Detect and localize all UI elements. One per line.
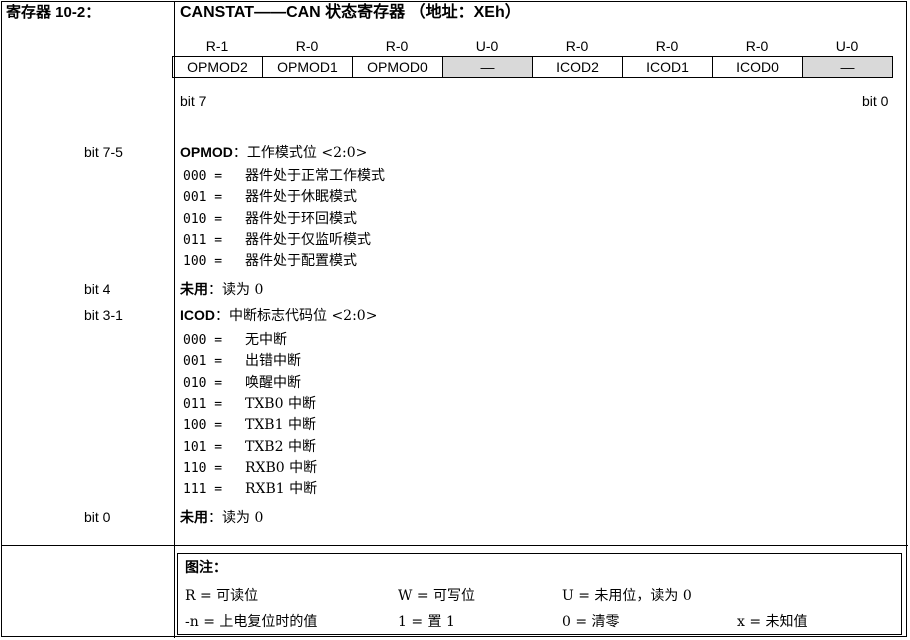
legend-clear: 0 = 清零 bbox=[562, 614, 620, 630]
bit0-unused-label: 未用 bbox=[180, 510, 208, 526]
legend-reset-value: -n = 上电复位时的值 bbox=[185, 614, 318, 630]
bit0-label: bit 0 bbox=[84, 509, 111, 525]
icod-code-row: 011 = TXB0 中断 bbox=[183, 394, 316, 414]
code-meaning: RXB1 中断 bbox=[245, 481, 318, 498]
opmod-description: ：工作模式位 <2:0> bbox=[232, 145, 368, 161]
code-value: 100 = bbox=[183, 254, 223, 270]
legend-set: 1 = 置 1 bbox=[398, 614, 455, 630]
bit-cell-unimplemented: — bbox=[803, 56, 893, 78]
bit0-unused-text: ：读为 0 bbox=[208, 510, 264, 526]
opmod-code-row: 000 = 器件处于正常工作模式 bbox=[183, 166, 385, 186]
code-meaning: 器件处于休眠模式 bbox=[245, 189, 357, 206]
icod-code-row: 010 = 唤醒中断 bbox=[183, 373, 301, 393]
icod-bit-range: bit 3-1 bbox=[84, 307, 123, 323]
icod-code-row: 111 = RXB1 中断 bbox=[183, 479, 317, 499]
legend-unknown: x = 未知值 bbox=[737, 614, 808, 630]
access-row: R-1 R-0 R-0 U-0 R-0 R-0 R-0 U-0 bbox=[172, 36, 893, 56]
bit4-unused-label: 未用 bbox=[180, 282, 208, 298]
opmod-code-row: 011 = 器件处于仅监听模式 bbox=[183, 230, 371, 250]
icod-code-row: 101 = TXB2 中断 bbox=[183, 437, 316, 457]
legend-read: R = 可读位 bbox=[185, 588, 259, 604]
access-cell: R-0 bbox=[745, 38, 769, 54]
register-title-text: CANSTAT——CAN 状态寄存器 （地址：XEh） bbox=[180, 4, 521, 21]
opmod-field-name: OPMOD bbox=[180, 144, 233, 160]
bit-cell-unimplemented: — bbox=[443, 56, 533, 78]
legend-write: W = 可写位 bbox=[398, 588, 476, 604]
code-meaning: 器件处于配置模式 bbox=[245, 253, 357, 270]
bit4-label: bit 4 bbox=[84, 281, 111, 297]
code-meaning: 器件处于正常工作模式 bbox=[245, 168, 385, 184]
legend-title: 图注： bbox=[185, 560, 227, 576]
icod-description: ：中断标志代码位 <2:0> bbox=[215, 308, 378, 324]
code-value: 100 = bbox=[183, 418, 223, 434]
bit-cell: ICOD0 bbox=[713, 56, 803, 78]
code-value: 011 = bbox=[183, 396, 223, 412]
column-divider bbox=[174, 2, 175, 638]
code-meaning: 器件处于环回模式 bbox=[245, 210, 357, 227]
opmod-bit-range: bit 7-5 bbox=[84, 144, 123, 160]
bit4-description: 未用：读为 0 bbox=[180, 280, 263, 299]
access-cell: R-0 bbox=[655, 38, 679, 54]
register-frame bbox=[1, 1, 908, 638]
opmod-code-row: 010 = 器件处于环回模式 bbox=[183, 209, 357, 229]
access-cell: R-1 bbox=[205, 38, 229, 54]
code-value: 010 = bbox=[183, 375, 223, 391]
code-meaning: TXB0 中断 bbox=[245, 395, 316, 412]
bit-cell: ICOD1 bbox=[623, 56, 713, 78]
code-value: 001 = bbox=[183, 190, 223, 206]
register-label-text: 寄存器 10-2： bbox=[6, 4, 101, 21]
register-title: CANSTAT——CAN 状态寄存器 （地址：XEh） bbox=[180, 4, 521, 22]
bit4-unused-text: ：读为 0 bbox=[208, 282, 264, 298]
access-cell: U-0 bbox=[835, 38, 859, 54]
bit-cell: ICOD2 bbox=[533, 56, 623, 78]
code-value: 000 = bbox=[183, 169, 223, 184]
code-meaning: RXB0 中断 bbox=[245, 459, 318, 476]
access-cell: R-0 bbox=[565, 38, 589, 54]
code-value: 001 = bbox=[183, 354, 223, 370]
register-label: 寄存器 10-2： bbox=[6, 4, 100, 22]
icod-code-row: 000 = 无中断 bbox=[183, 330, 287, 350]
code-meaning: 器件处于仅监听模式 bbox=[245, 231, 371, 248]
icod-field-name: ICOD bbox=[180, 307, 215, 323]
code-value: 110 = bbox=[183, 460, 223, 476]
bit-cell: OPMOD2 bbox=[173, 56, 263, 78]
bit-names-row: OPMOD2 OPMOD1 OPMOD0— ICOD2 ICOD1 ICOD0— bbox=[172, 56, 893, 78]
section-divider bbox=[2, 545, 908, 546]
legend-box: 图注： R = 可读位 W = 可写位 U = 未用位，读为 0 -n = 上电… bbox=[177, 553, 902, 635]
bit-cell: OPMOD0 bbox=[353, 56, 443, 78]
icod-heading: ICOD：中断标志代码位 <2:0> bbox=[180, 306, 377, 325]
bit-cell: OPMOD1 bbox=[263, 56, 353, 78]
code-meaning: TXB2 中断 bbox=[245, 438, 316, 455]
bit-low-label: bit 0 bbox=[862, 93, 889, 109]
bit0-description: 未用：读为 0 bbox=[180, 508, 263, 527]
code-value: 111 = bbox=[183, 482, 223, 498]
code-meaning: 无中断 bbox=[245, 332, 287, 348]
code-meaning: TXB1 中断 bbox=[245, 417, 316, 434]
opmod-heading: OPMOD：工作模式位 <2:0> bbox=[180, 143, 367, 162]
code-meaning: 出错中断 bbox=[245, 353, 301, 370]
bit-high-label: bit 7 bbox=[180, 93, 207, 109]
register-bit-grid: R-1 R-0 R-0 U-0 R-0 R-0 R-0 U-0 OPMOD2 OPMOD1 OPM… bbox=[172, 36, 893, 78]
access-cell: R-0 bbox=[295, 38, 319, 54]
legend-unused: U = 未用位，读为 0 bbox=[562, 588, 692, 604]
access-cell: R-0 bbox=[385, 38, 409, 54]
access-cell: U-0 bbox=[475, 38, 499, 54]
code-meaning: 唤醒中断 bbox=[245, 374, 301, 391]
icod-code-row: 001 = 出错中断 bbox=[183, 351, 301, 371]
code-value: 101 = bbox=[183, 439, 223, 455]
code-value: 000 = bbox=[183, 333, 223, 348]
code-value: 010 = bbox=[183, 211, 223, 227]
icod-code-row: 110 = RXB0 中断 bbox=[183, 458, 317, 478]
opmod-code-row: 001 = 器件处于休眠模式 bbox=[183, 187, 357, 207]
opmod-code-row: 100 = 器件处于配置模式 bbox=[183, 251, 357, 271]
icod-code-row: 100 = TXB1 中断 bbox=[183, 415, 316, 435]
code-value: 011 = bbox=[183, 232, 223, 248]
